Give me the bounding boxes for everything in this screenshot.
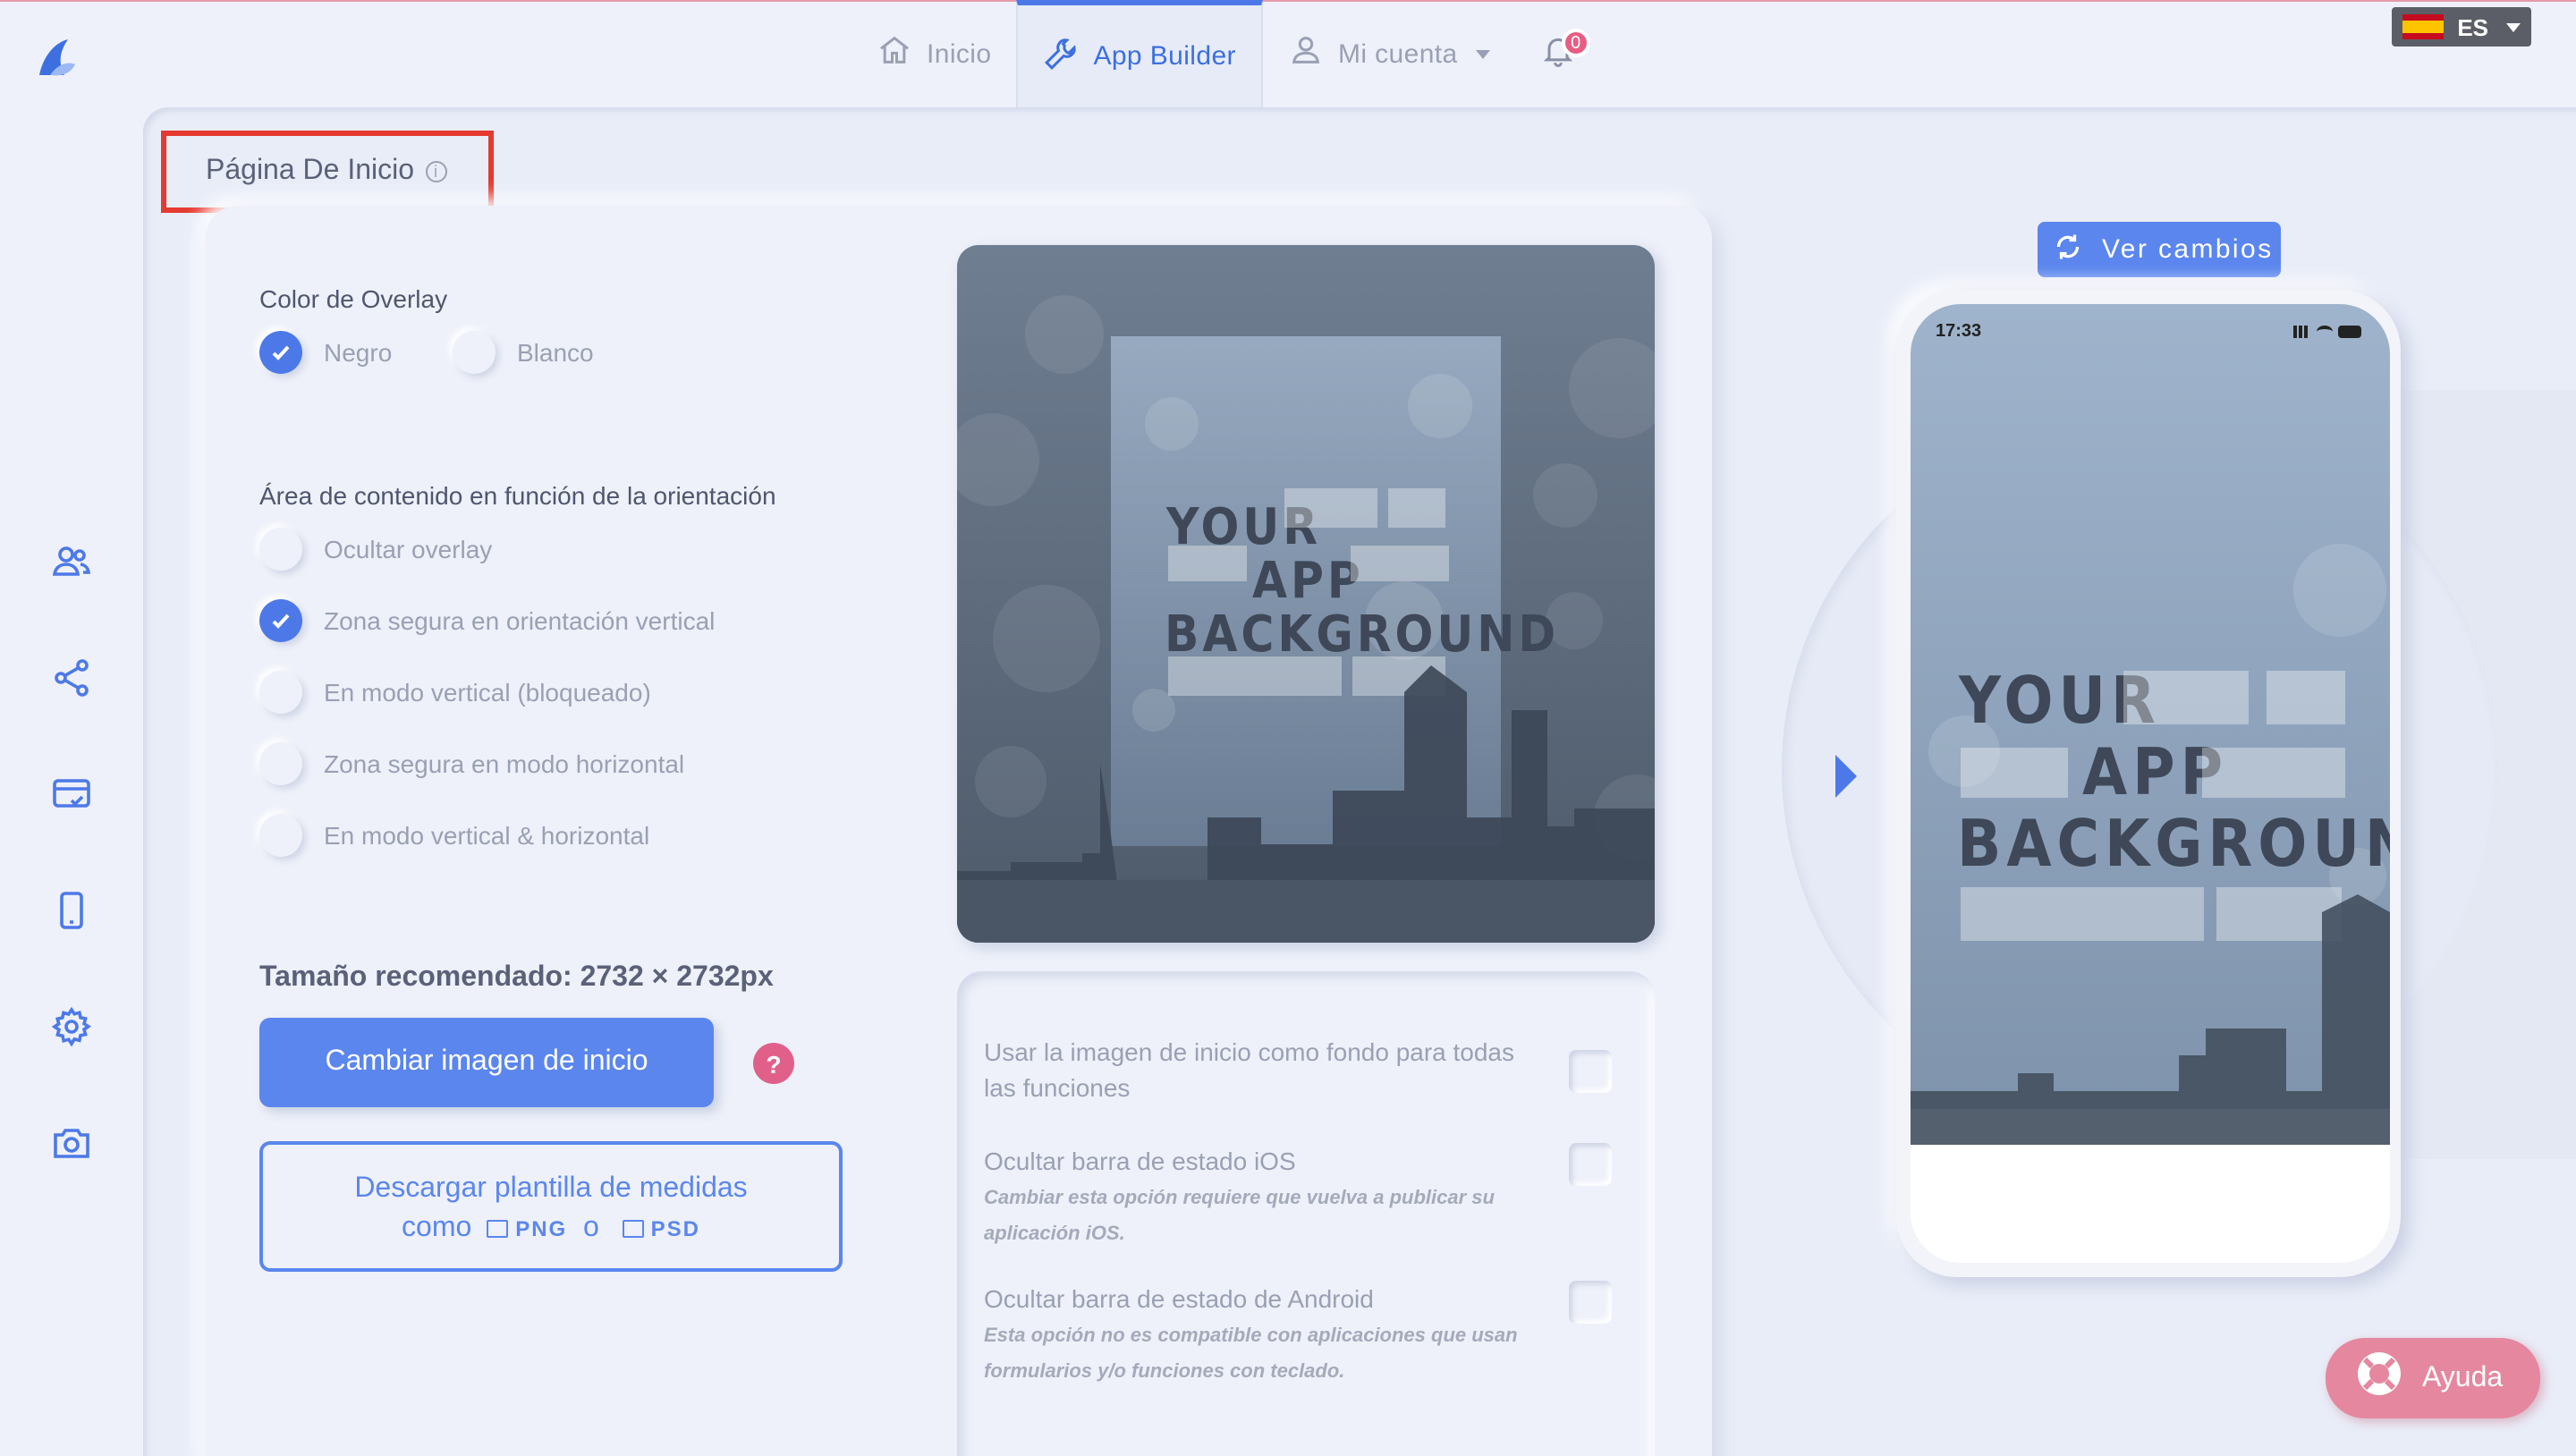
orientation-label: Área de contenido en función de la orien… <box>259 481 776 510</box>
radio-orientation-vertical-locked[interactable]: En modo vertical (bloqueado) <box>259 671 651 714</box>
notifications-button[interactable]: 0 <box>1515 0 1601 107</box>
language-code: ES <box>2457 13 2488 40</box>
change-image-button[interactable]: Cambiar imagen de inicio <box>259 1018 714 1107</box>
preview-text-background: BACKGROUND <box>1165 605 1559 664</box>
splash-image-preview[interactable]: YOUR APP BACKGROUND <box>957 245 1655 943</box>
option-use-as-background: Usar la imagen de inicio como fondo para… <box>984 1037 1515 1102</box>
battery-icon <box>2338 326 2361 338</box>
download-line1: Descargar plantilla de medidas <box>354 1173 748 1204</box>
page-title: Página De Inicio i <box>161 131 494 213</box>
ver-cambios-label: Ver cambios <box>2102 234 2274 265</box>
option-hide-ios-note: Cambiar esta opción requiere que vuelva … <box>984 1188 1495 1245</box>
radio-unchecked-icon <box>259 742 302 785</box>
help-label: Ayuda <box>2422 1362 2504 1393</box>
checkbox-use-as-background[interactable] <box>1569 1050 1612 1093</box>
radio-orientation-safe-vertical[interactable]: Zona segura en orientación vertical <box>259 599 715 642</box>
wrench-icon <box>1043 35 1079 78</box>
nav-account-label: Mi cuenta <box>1337 38 1458 69</box>
radio-label: Blanco <box>517 338 594 367</box>
radio-overlay-negro[interactable]: Negro <box>259 331 392 374</box>
download-psd-link[interactable]: PSD <box>651 1216 700 1241</box>
app-logo-icon[interactable] <box>25 29 86 89</box>
phone-status-time: 17:33 <box>1936 322 1982 342</box>
radio-orientation-both[interactable]: En modo vertical & horizontal <box>259 814 649 857</box>
phone-text-background: BACKGROUND <box>1957 806 2390 881</box>
radio-orientation-safe-horizontal[interactable]: Zona segura en modo horizontal <box>259 742 684 785</box>
language-selector[interactable]: ES <box>2392 7 2531 47</box>
ver-cambios-button[interactable]: Ver cambios <box>2038 222 2281 277</box>
radio-checked-icon <box>259 599 302 642</box>
recommended-size: Tamaño recomendado: 2732 × 2732px <box>259 962 774 993</box>
radio-unchecked-icon <box>259 814 302 857</box>
help-button[interactable]: Ayuda <box>2326 1338 2540 1418</box>
chevron-down-icon <box>2506 22 2521 31</box>
radio-unchecked-icon <box>259 671 302 714</box>
signal-icon <box>2293 326 2311 338</box>
lifebuoy-icon <box>2354 1349 2404 1408</box>
nav-app-builder-label: App Builder <box>1093 41 1236 72</box>
download-como: como <box>402 1213 472 1243</box>
option-hide-android-status: Ocultar barra de estado de Android <box>984 1284 1374 1313</box>
checkbox-hide-android-status[interactable] <box>1569 1281 1612 1324</box>
users-icon[interactable] <box>50 540 93 583</box>
preview-text-app: APP <box>1252 552 1364 610</box>
nav-home-label: Inicio <box>927 38 992 69</box>
camera-icon[interactable] <box>50 1122 93 1164</box>
radio-label: Zona segura en orientación vertical <box>324 606 716 635</box>
wifi-icon <box>2317 326 2333 338</box>
share-icon[interactable] <box>50 656 93 699</box>
radio-overlay-blanco[interactable]: Blanco <box>453 331 594 374</box>
download-png-link[interactable]: PNG <box>515 1216 567 1241</box>
radio-label: Ocultar overlay <box>324 535 493 563</box>
option-hide-ios-status: Ocultar barra de estado iOS <box>984 1147 1296 1175</box>
option-hide-android-note: Esta opción no es compatible con aplicac… <box>984 1325 1518 1383</box>
chevron-down-icon <box>1475 49 1490 58</box>
radio-label: En modo vertical & horizontal <box>324 821 650 850</box>
refresh-icon <box>2052 230 2084 269</box>
radio-unchecked-icon <box>453 331 496 374</box>
radio-label: Zona segura en modo horizontal <box>324 749 685 778</box>
mobile-icon[interactable] <box>50 889 93 932</box>
download-line2: como PNG o PSD <box>263 1209 839 1249</box>
notification-badge: 0 <box>1561 29 1590 57</box>
info-icon[interactable]: i <box>425 161 447 182</box>
help-question-icon[interactable]: ? <box>753 1043 794 1084</box>
download-o: o <box>583 1213 599 1243</box>
radio-label: Negro <box>324 338 393 367</box>
image-icon <box>622 1219 644 1238</box>
image-icon <box>487 1219 509 1238</box>
phone-status-icons <box>2293 326 2361 338</box>
top-nav: Inicio App Builder Mi cuenta 0 <box>852 0 1601 107</box>
home-icon <box>877 32 912 75</box>
next-arrow-icon[interactable] <box>1835 755 1857 798</box>
spain-flag-icon <box>2402 14 2444 39</box>
settings-gear-icon[interactable] <box>50 1005 93 1048</box>
phone-screen: YOUR APP BACKGROUND <box>1911 304 2390 1263</box>
nav-app-builder[interactable]: App Builder <box>1016 0 1263 107</box>
user-icon <box>1288 32 1324 75</box>
page-title-text: Página De Inicio <box>206 156 415 186</box>
radio-orientation-hide[interactable]: Ocultar overlay <box>259 528 492 571</box>
overlay-color-label: Color de Overlay <box>259 284 448 313</box>
checkbox-hide-ios-status[interactable] <box>1569 1143 1612 1186</box>
payment-check-icon[interactable] <box>50 773 93 816</box>
nav-home[interactable]: Inicio <box>852 0 1016 107</box>
radio-unchecked-icon <box>259 528 302 571</box>
radio-label: En modo vertical (bloqueado) <box>324 678 651 707</box>
radio-checked-icon <box>259 331 302 374</box>
nav-account[interactable]: Mi cuenta <box>1263 0 1515 107</box>
download-template-button[interactable]: Descargar plantilla de medidas como PNG … <box>259 1141 843 1272</box>
